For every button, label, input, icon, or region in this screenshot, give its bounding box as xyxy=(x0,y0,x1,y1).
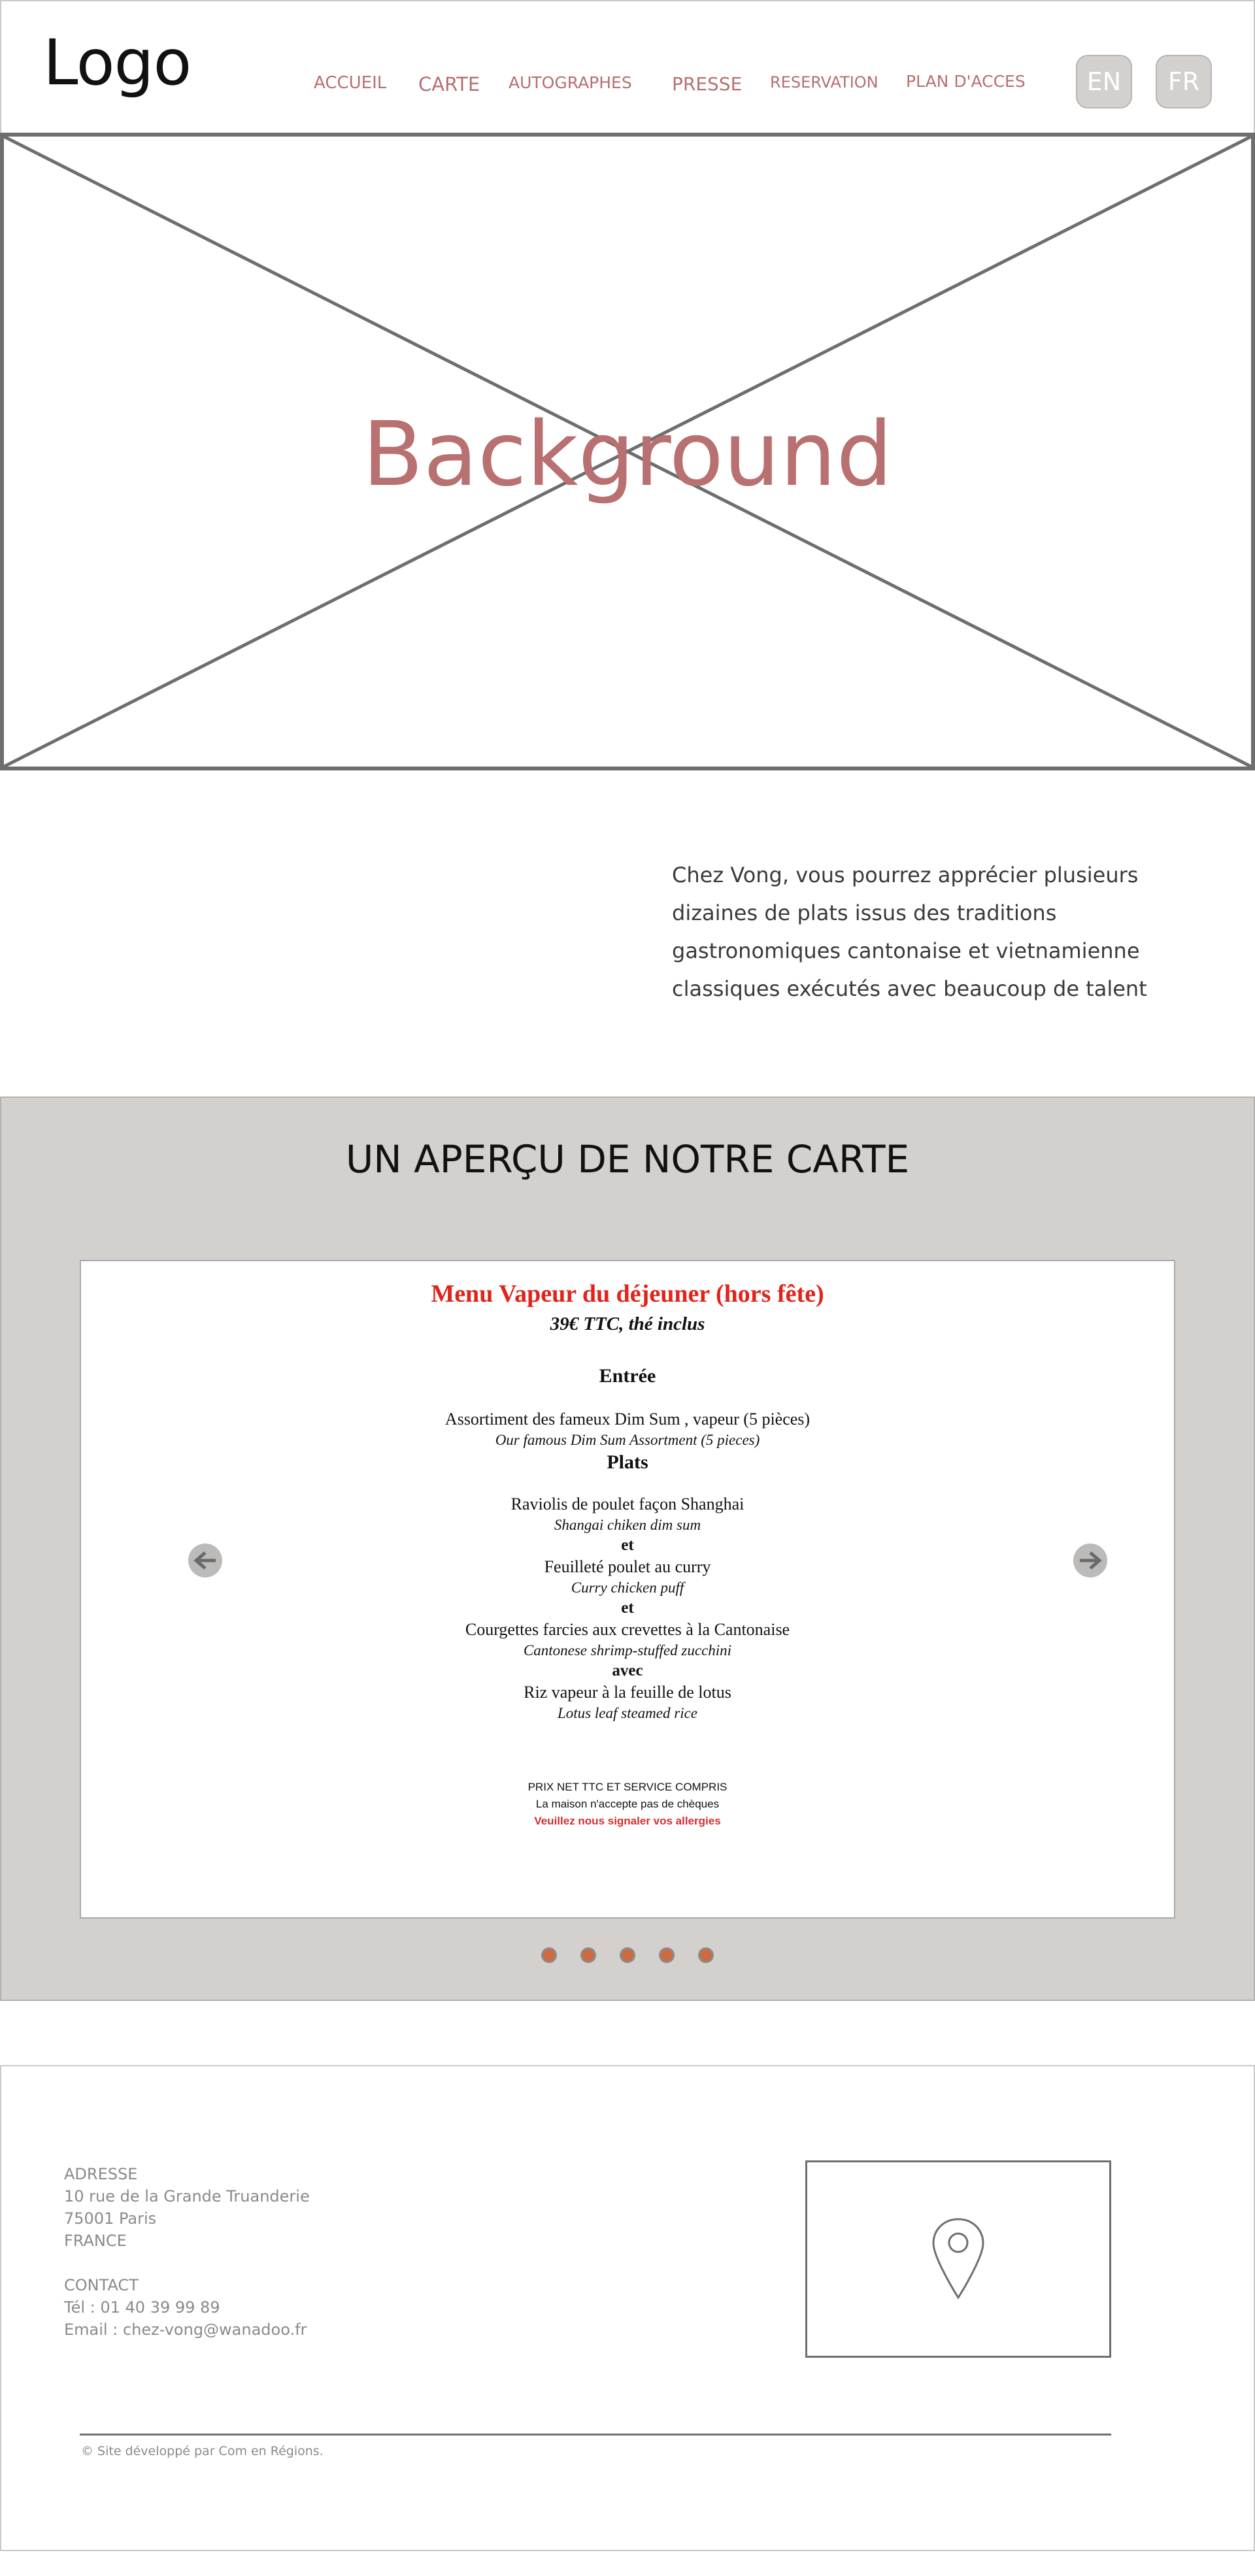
address-label: ADRESSE xyxy=(64,2165,138,2183)
menu-conjunction: et xyxy=(621,1599,634,1617)
contact-block: ADRESSE 10 rue de la Grande Truanderie 7… xyxy=(64,2163,310,2341)
menu-card: Menu Vapeur du déjeuner (hors fête) 39€ … xyxy=(80,1260,1175,1919)
footer-divider xyxy=(80,2434,1111,2436)
map-pin-icon xyxy=(932,2218,984,2300)
nav-carte[interactable]: CARTE xyxy=(418,73,480,95)
menu-price: 39€ TTC, thé inclus xyxy=(550,1313,705,1334)
carousel-dot[interactable] xyxy=(541,1947,557,1963)
menu-category-entree: Entrée xyxy=(599,1365,656,1387)
menu-item-translation: Lotus leaf steamed rice xyxy=(558,1705,697,1721)
menu-allergy-notice: Veuillez nous signaler vos allergies xyxy=(534,1815,721,1827)
carousel-dot[interactable] xyxy=(580,1947,596,1963)
nav-plan-acces[interactable]: PLAN D'ACCES xyxy=(906,72,1026,91)
menu-category-plats: Plats xyxy=(607,1451,648,1473)
arrow-right-icon xyxy=(1080,1551,1102,1570)
address-line: 10 rue de la Grande Truanderie xyxy=(64,2187,310,2205)
menu-item-translation: Cantonese shrimp-stuffed zucchini xyxy=(523,1642,732,1659)
carousel-dot[interactable] xyxy=(620,1947,635,1963)
menu-conjunction: et xyxy=(621,1536,634,1554)
lang-en-button[interactable]: EN xyxy=(1076,55,1132,108)
menu-item: Raviolis de poulet façon Shanghai xyxy=(510,1494,745,1513)
map-placeholder[interactable] xyxy=(805,2160,1111,2358)
site-footer: ADRESSE 10 rue de la Grande Truanderie 7… xyxy=(0,2065,1255,2551)
email[interactable]: Email : chez-vong@wanadoo.fr xyxy=(64,2319,310,2341)
phone[interactable]: Tél : 01 40 39 99 89 xyxy=(64,2296,310,2319)
site-header: Logo ACCUEIL CARTE AUTOGRAPHES PRESSE RE… xyxy=(0,0,1255,134)
menu-item-translation: Shangai chiken dim sum xyxy=(554,1517,701,1533)
nav-accueil[interactable]: ACCUEIL xyxy=(314,73,386,93)
menu-item: Feuilleté poulet au curry xyxy=(544,1557,711,1576)
menu-item-translation: Curry chicken puff xyxy=(571,1579,684,1596)
lang-fr-button[interactable]: FR xyxy=(1156,55,1212,108)
carousel-dots xyxy=(1,1947,1254,1963)
menu-item: Assortiment des fameux Dim Sum , vapeur … xyxy=(444,1410,811,1428)
carousel-prev-button[interactable] xyxy=(188,1544,222,1577)
logo[interactable]: Logo xyxy=(43,26,192,99)
carousel-dot[interactable] xyxy=(698,1947,714,1963)
carousel-dot[interactable] xyxy=(659,1947,675,1963)
hero-label: Background xyxy=(362,403,893,506)
address-line: FRANCE xyxy=(64,2232,127,2250)
menu-preview-section: UN APERÇU DE NOTRE CARTE Menu Vapeur du … xyxy=(0,1097,1255,2001)
menu-fine-print: La maison n'accepte pas de chèques xyxy=(535,1798,720,1810)
arrow-left-icon xyxy=(193,1551,216,1570)
menu-item-translation: Our famous Dim Sum Assortment (5 pieces) xyxy=(495,1432,760,1448)
menu-item: Courgettes farcies aux crevettes à la Ca… xyxy=(465,1620,790,1639)
address-line: 75001 Paris xyxy=(64,2209,157,2228)
nav-autographes[interactable]: AUTOGRAPHES xyxy=(509,73,632,92)
contact-label: CONTACT xyxy=(64,2276,139,2294)
menu-conjunction: avec xyxy=(612,1662,643,1679)
menu-item: Riz vapeur à la feuille de lotus xyxy=(524,1683,731,1702)
carousel-next-button[interactable] xyxy=(1073,1544,1107,1577)
menu-fine-print: PRIX NET TTC ET SERVICE COMPRIS xyxy=(527,1781,728,1793)
hero-background-placeholder: Background xyxy=(0,133,1255,770)
intro-text: Chez Vong, vous pourrez apprécier plusie… xyxy=(672,863,1147,1001)
menu-heading: Menu Vapeur du déjeuner (hors fête) xyxy=(431,1280,824,1308)
site-credit: © Site développé par Com en Régions. xyxy=(81,2444,324,2458)
nav-reservation[interactable]: RESERVATION xyxy=(770,73,878,91)
menu-preview-title: UN APERÇU DE NOTRE CARTE xyxy=(345,1137,910,1181)
nav-presse[interactable]: PRESSE xyxy=(672,73,742,95)
